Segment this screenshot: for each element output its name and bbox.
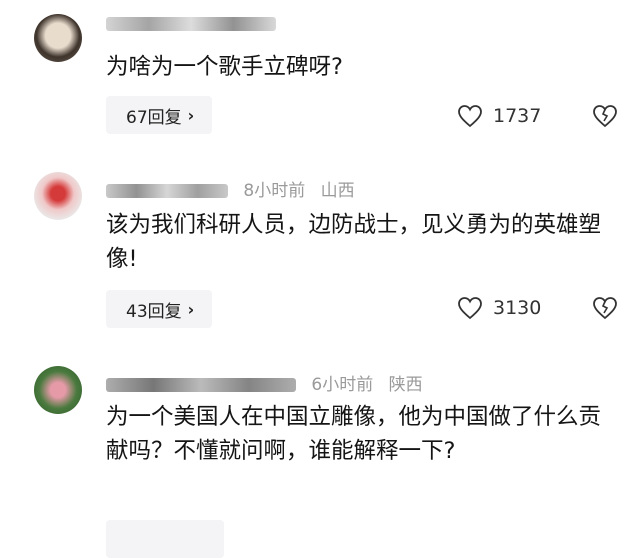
broken-heart-icon [593,297,617,320]
reply-button[interactable]: 67回复 › [106,96,213,134]
dislike-button[interactable] [592,296,618,324]
chevron-right-icon: › [187,299,195,319]
comment-location: 陕西 [388,375,423,395]
like-button[interactable]: 3130 [457,296,541,320]
avatar[interactable] [34,366,82,414]
reply-label: 67回复 [126,107,182,128]
comment-time: 8小时前 [243,181,306,201]
author-name[interactable] [106,17,276,31]
heart-icon [458,297,482,320]
avatar[interactable] [34,172,82,220]
reply-button[interactable] [106,520,224,558]
comment-item: 8小时前 山西 该为我们科研人员，边防战士，见义勇为的英雄塑像! 43回复 › … [0,160,636,350]
reply-button[interactable]: 43回复 › [106,290,213,328]
comment-item: 6小时前 陕西 为一个美国人在中国立雕像，他为中国做了什么贡献吗？不懂就问啊，谁… [0,350,636,558]
like-count: 1737 [493,105,542,127]
like-count: 3130 [493,297,542,319]
comment-location: 山西 [320,181,355,201]
like-button[interactable]: 1737 [457,104,541,128]
avatar[interactable] [34,14,82,62]
comment-meta: 8小时前 山西 [106,176,355,201]
comment-text: 为啥为一个歌手立碑呀? [106,54,343,80]
heart-icon [458,105,482,128]
comment-item: 为啥为一个歌手立碑呀? 67回复 › 1737 [0,0,636,160]
broken-heart-icon [593,105,617,128]
comment-meta [106,14,296,34]
comment-text: 该为我们科研人员，边防战士，见义勇为的英雄塑像! [106,212,602,272]
dislike-button[interactable] [592,104,618,132]
chevron-right-icon: › [187,105,195,125]
comment-meta: 6小时前 陕西 [106,370,423,395]
comment-time: 6小时前 [311,375,374,395]
reply-label: 43回复 [126,301,182,322]
author-name[interactable] [106,378,296,392]
author-name[interactable] [106,184,228,198]
comment-text: 为一个美国人在中国立雕像，他为中国做了什么贡献吗？不懂就问啊，谁能解释一下? [106,404,602,464]
